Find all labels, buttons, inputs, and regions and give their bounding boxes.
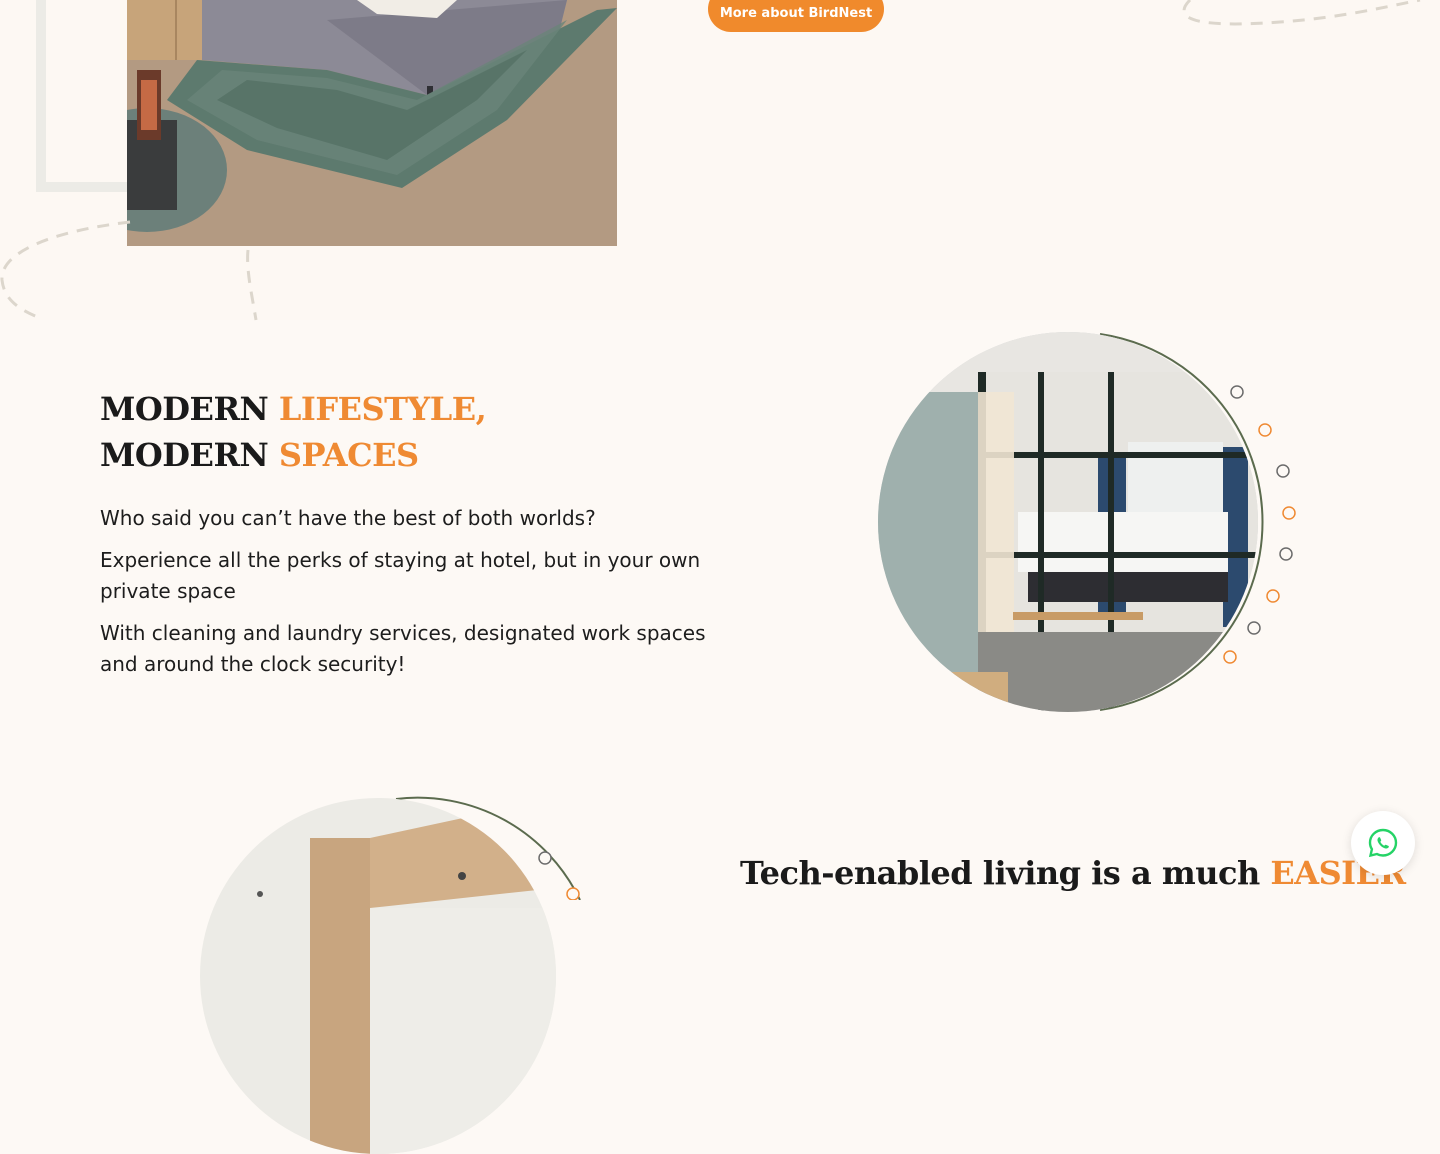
decorative-dashed-curves [0, 0, 1421, 321]
heading-dark-text: Tech-enabled living is a much [740, 854, 1271, 892]
heading-accent-text: SPACES [278, 436, 419, 474]
whatsapp-icon [1368, 828, 1398, 858]
lifestyle-paragraph-3: With cleaning and laundry services, desi… [100, 621, 706, 676]
wooden-room-photo [200, 798, 556, 1154]
lifestyle-paragraph-1: Who said you can’t have the best of both… [100, 506, 596, 530]
more-about-birdnest-button[interactable]: More about BirdNest [708, 0, 884, 32]
glass-partition-room-photo [878, 332, 1258, 712]
lifestyle-paragraph-2: Experience all the perks of staying at h… [100, 548, 701, 603]
tech-heading: Tech-enabled living is a much EASIER [740, 850, 1406, 896]
whatsapp-chat-button[interactable] [1351, 811, 1415, 875]
lifestyle-heading: MODERN LIFESTYLE, MODERN SPACES [100, 386, 487, 478]
heading-dark-text: MODERN [100, 390, 279, 428]
heading-accent-text: LIFESTYLE, [278, 390, 487, 428]
heading-dark-text: MODERN [100, 436, 279, 474]
